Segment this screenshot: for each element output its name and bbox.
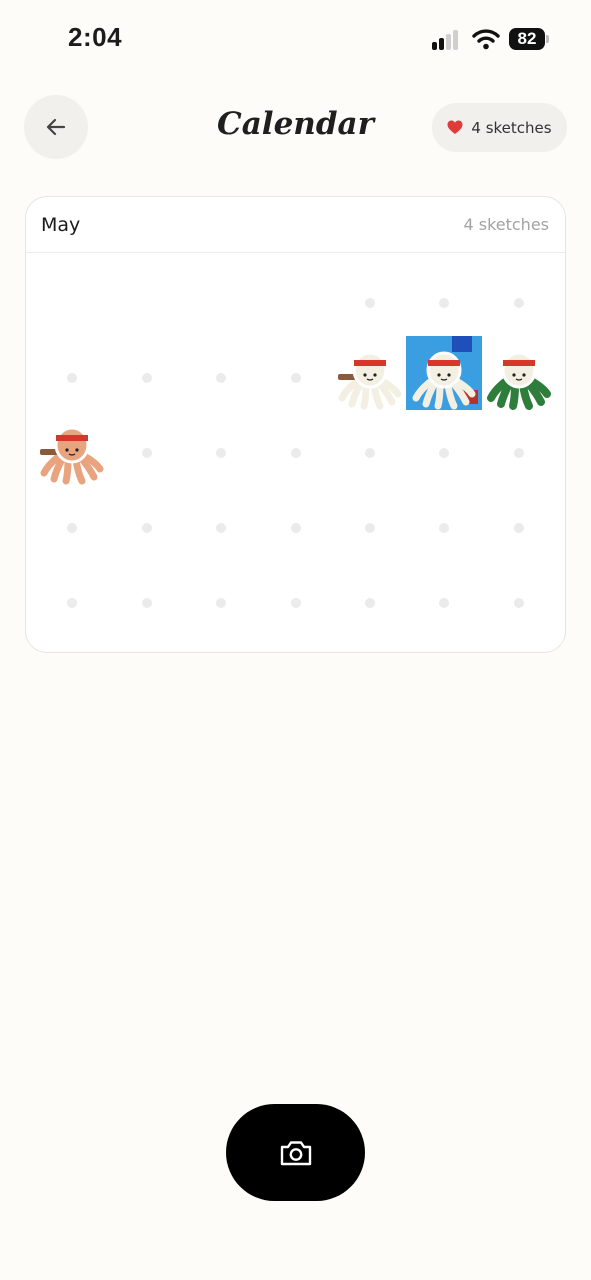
day-sketch[interactable] <box>402 336 486 420</box>
sketch-count-label: 4 sketches <box>471 118 552 137</box>
sketch-count-badge[interactable]: 4 sketches <box>432 103 567 152</box>
octopus-sketch-icon <box>487 351 551 410</box>
empty-day-dot[interactable] <box>216 598 226 608</box>
empty-day-dot[interactable] <box>439 523 449 533</box>
empty-day-dot[interactable] <box>439 598 449 608</box>
empty-day-dot[interactable] <box>216 448 226 458</box>
empty-day-dot[interactable] <box>67 523 77 533</box>
cellular-signal-icon <box>432 30 462 50</box>
camera-button[interactable] <box>226 1104 365 1201</box>
empty-day-dot[interactable] <box>365 298 375 308</box>
wifi-icon <box>472 29 500 50</box>
empty-day-dot[interactable] <box>365 448 375 458</box>
day-sketch[interactable] <box>330 336 410 420</box>
battery-tip <box>546 35 549 43</box>
empty-day-dot[interactable] <box>514 448 524 458</box>
empty-day-dot[interactable] <box>142 523 152 533</box>
day-grid <box>26 197 565 652</box>
day-sketch[interactable] <box>32 411 112 495</box>
empty-day-dot[interactable] <box>365 523 375 533</box>
battery-icon: 82 <box>509 28 545 50</box>
empty-day-dot[interactable] <box>439 448 449 458</box>
day-sketch[interactable] <box>479 336 559 420</box>
calendar-card: May 4 sketches <box>25 196 566 653</box>
heart-icon <box>447 120 463 134</box>
empty-day-dot[interactable] <box>142 598 152 608</box>
empty-day-dot[interactable] <box>439 298 449 308</box>
status-bar: 2:04 82 <box>0 0 591 80</box>
empty-day-dot[interactable] <box>514 298 524 308</box>
empty-day-dot[interactable] <box>291 598 301 608</box>
octopus-sketch-icon <box>40 426 104 485</box>
octopus-sketch-icon <box>406 336 482 410</box>
octopus-sketch-icon <box>338 351 402 410</box>
empty-day-dot[interactable] <box>216 373 226 383</box>
empty-day-dot[interactable] <box>291 523 301 533</box>
empty-day-dot[interactable] <box>365 598 375 608</box>
empty-day-dot[interactable] <box>291 373 301 383</box>
status-time: 2:04 <box>68 22 123 52</box>
empty-day-dot[interactable] <box>514 598 524 608</box>
empty-day-dot[interactable] <box>216 523 226 533</box>
empty-day-dot[interactable] <box>291 448 301 458</box>
empty-day-dot[interactable] <box>514 523 524 533</box>
empty-day-dot[interactable] <box>142 373 152 383</box>
empty-day-dot[interactable] <box>67 373 77 383</box>
empty-day-dot[interactable] <box>67 598 77 608</box>
empty-day-dot[interactable] <box>142 448 152 458</box>
camera-icon <box>280 1140 311 1165</box>
